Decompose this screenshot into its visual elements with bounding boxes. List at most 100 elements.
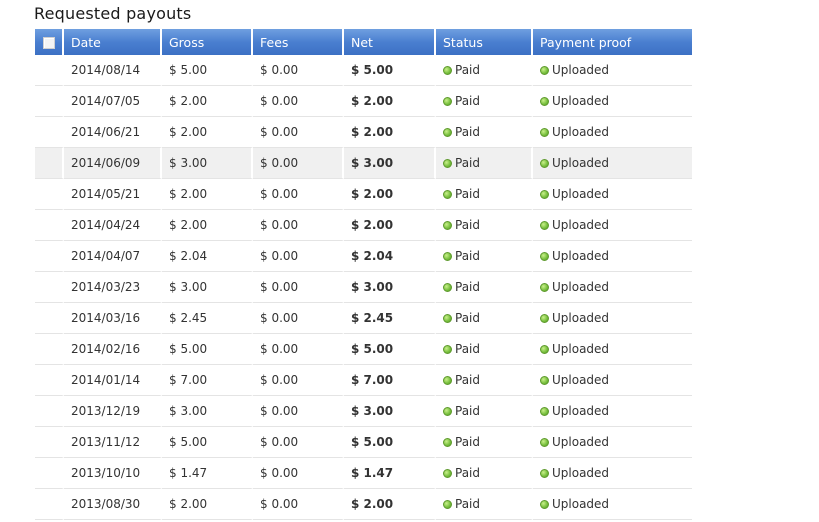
row-select-cell[interactable] [35, 117, 64, 148]
status-label: Paid [455, 94, 481, 108]
row-select-cell[interactable] [35, 396, 64, 427]
table-row[interactable]: 2013/11/12 $ 5.00 $ 0.00 $ 5.00 Paid Uploaded [35, 427, 692, 458]
payment-proof-label[interactable]: Uploaded [552, 94, 609, 108]
row-select-cell[interactable] [35, 210, 64, 241]
row-select-cell[interactable] [35, 489, 64, 520]
table-row[interactable]: 2014/06/09 $ 3.00 $ 0.00 $ 3.00 Paid Uploaded [35, 148, 692, 179]
payment-proof-cell: Uploaded [533, 489, 692, 520]
status-label: Paid [455, 311, 481, 325]
status-label: Paid [455, 280, 481, 294]
net-cell: $ 2.00 [344, 179, 436, 210]
date-cell: 2014/05/21 [64, 179, 162, 210]
payment-proof-label[interactable]: Uploaded [552, 63, 609, 77]
status-paid-icon [443, 407, 452, 416]
row-select-cell[interactable] [35, 148, 64, 179]
payment-proof-label[interactable]: Uploaded [552, 435, 609, 449]
table-row[interactable]: 2013/08/30 $ 2.00 $ 0.00 $ 2.00 Paid Uploaded [35, 489, 692, 520]
payment-proof-cell: Uploaded [533, 303, 692, 334]
row-select-cell[interactable] [35, 334, 64, 365]
date-cell: 2014/03/23 [64, 272, 162, 303]
gross-cell: $ 2.04 [162, 241, 253, 272]
select-all-checkbox[interactable] [42, 37, 55, 49]
date-cell: 2014/06/21 [64, 117, 162, 148]
proof-uploaded-icon [540, 221, 549, 230]
fees-cell: $ 0.00 [253, 458, 344, 489]
net-cell: $ 3.00 [344, 396, 436, 427]
date-cell: 2014/08/14 [64, 55, 162, 86]
net-cell: $ 2.00 [344, 489, 436, 520]
payment-proof-label[interactable]: Uploaded [552, 497, 609, 511]
column-header-net[interactable]: Net [344, 29, 436, 55]
row-select-cell[interactable] [35, 86, 64, 117]
table-row[interactable]: 2014/05/21 $ 2.00 $ 0.00 $ 2.00 Paid Uploaded [35, 179, 692, 210]
payment-proof-label[interactable]: Uploaded [552, 249, 609, 263]
requested-payouts-page: Requested payouts Date Gross Fees Net St… [0, 0, 819, 522]
status-label: Paid [455, 125, 481, 139]
table-row[interactable]: 2014/02/16 $ 5.00 $ 0.00 $ 5.00 Paid Uploaded [35, 334, 692, 365]
payment-proof-cell: Uploaded [533, 427, 692, 458]
payment-proof-label[interactable]: Uploaded [552, 466, 609, 480]
status-paid-icon [443, 500, 452, 509]
payment-proof-cell: Uploaded [533, 117, 692, 148]
net-cell: $ 3.00 [344, 272, 436, 303]
date-cell: 2013/10/10 [64, 458, 162, 489]
payment-proof-cell: Uploaded [533, 334, 692, 365]
date-cell: 2014/04/07 [64, 241, 162, 272]
proof-uploaded-icon [540, 283, 549, 292]
row-select-cell[interactable] [35, 272, 64, 303]
column-header-payment-proof[interactable]: Payment proof [533, 29, 692, 55]
status-label: Paid [455, 404, 481, 418]
row-select-cell[interactable] [35, 458, 64, 489]
status-label: Paid [455, 63, 481, 77]
payment-proof-label[interactable]: Uploaded [552, 404, 609, 418]
status-cell: Paid [436, 272, 533, 303]
page-title: Requested payouts [34, 4, 192, 23]
table-row[interactable]: 2013/12/19 $ 3.00 $ 0.00 $ 3.00 Paid Uploaded [35, 396, 692, 427]
gross-cell: $ 2.00 [162, 210, 253, 241]
payment-proof-label[interactable]: Uploaded [552, 280, 609, 294]
status-paid-icon [443, 438, 452, 447]
table-row[interactable]: 2014/06/21 $ 2.00 $ 0.00 $ 2.00 Paid Uploaded [35, 117, 692, 148]
table-row[interactable]: 2014/04/24 $ 2.00 $ 0.00 $ 2.00 Paid Uploaded [35, 210, 692, 241]
column-header-status[interactable]: Status [436, 29, 533, 55]
row-select-cell[interactable] [35, 303, 64, 334]
gross-cell: $ 2.45 [162, 303, 253, 334]
column-header-gross[interactable]: Gross [162, 29, 253, 55]
payment-proof-label[interactable]: Uploaded [552, 373, 609, 387]
payment-proof-label[interactable]: Uploaded [552, 311, 609, 325]
table-row[interactable]: 2013/10/10 $ 1.47 $ 0.00 $ 1.47 Paid Uploaded [35, 458, 692, 489]
status-cell: Paid [436, 489, 533, 520]
table-row[interactable]: 2014/03/16 $ 2.45 $ 0.00 $ 2.45 Paid Uploaded [35, 303, 692, 334]
status-paid-icon [443, 252, 452, 261]
proof-uploaded-icon [540, 252, 549, 261]
table-row[interactable]: 2014/08/14 $ 5.00 $ 0.00 $ 5.00 Paid Uploaded [35, 55, 692, 86]
proof-uploaded-icon [540, 314, 549, 323]
row-select-cell[interactable] [35, 365, 64, 396]
column-header-date[interactable]: Date [64, 29, 162, 55]
table-row[interactable]: 2014/03/23 $ 3.00 $ 0.00 $ 3.00 Paid Uploaded [35, 272, 692, 303]
proof-uploaded-icon [540, 438, 549, 447]
payment-proof-cell: Uploaded [533, 148, 692, 179]
payment-proof-cell: Uploaded [533, 272, 692, 303]
row-select-cell[interactable] [35, 241, 64, 272]
row-select-cell[interactable] [35, 55, 64, 86]
payment-proof-cell: Uploaded [533, 365, 692, 396]
status-paid-icon [443, 159, 452, 168]
table-row[interactable]: 2014/07/05 $ 2.00 $ 0.00 $ 2.00 Paid Uploaded [35, 86, 692, 117]
table-row[interactable]: 2014/01/14 $ 7.00 $ 0.00 $ 7.00 Paid Uploaded [35, 365, 692, 396]
column-header-fees[interactable]: Fees [253, 29, 344, 55]
status-label: Paid [455, 342, 481, 356]
payment-proof-label[interactable]: Uploaded [552, 125, 609, 139]
payment-proof-label[interactable]: Uploaded [552, 218, 609, 232]
row-select-cell[interactable] [35, 427, 64, 458]
fees-cell: $ 0.00 [253, 55, 344, 86]
payment-proof-label[interactable]: Uploaded [552, 156, 609, 170]
row-select-cell[interactable] [35, 179, 64, 210]
status-paid-icon [443, 97, 452, 106]
table-row[interactable]: 2014/04/07 $ 2.04 $ 0.00 $ 2.04 Paid Uploaded [35, 241, 692, 272]
payment-proof-label[interactable]: Uploaded [552, 187, 609, 201]
fees-cell: $ 0.00 [253, 334, 344, 365]
status-paid-icon [443, 314, 452, 323]
payment-proof-cell: Uploaded [533, 241, 692, 272]
payment-proof-label[interactable]: Uploaded [552, 342, 609, 356]
